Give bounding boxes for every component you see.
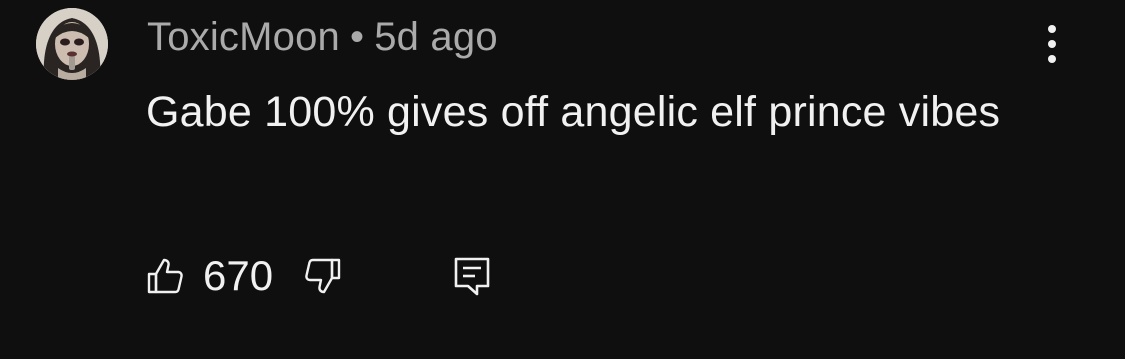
dislike-button[interactable] xyxy=(303,256,343,296)
like-count: 670 xyxy=(203,252,274,299)
avatar-image xyxy=(36,8,108,80)
author-name[interactable]: ToxicMoon xyxy=(147,15,340,59)
more-vert-icon xyxy=(1048,25,1056,63)
comment-text: Gabe 100% gives off angelic elf prince v… xyxy=(146,88,1001,136)
separator-dot: • xyxy=(350,15,365,59)
thumbs-up-icon xyxy=(147,258,183,294)
comment-thread-item: ToxicMoon • 5d ago Gabe 100% gives off ang… xyxy=(0,0,1125,359)
avatar[interactable] xyxy=(36,8,108,80)
comment-actions: 670 xyxy=(145,248,491,304)
comment-header: ToxicMoon • 5d ago xyxy=(147,11,498,63)
reply-comment-icon xyxy=(454,257,490,296)
more-options-button[interactable] xyxy=(1030,18,1074,70)
thumbs-down-icon xyxy=(305,258,341,294)
like-button[interactable] xyxy=(145,256,185,296)
reply-button[interactable] xyxy=(453,256,491,296)
comment-timestamp: 5d ago xyxy=(374,15,498,59)
